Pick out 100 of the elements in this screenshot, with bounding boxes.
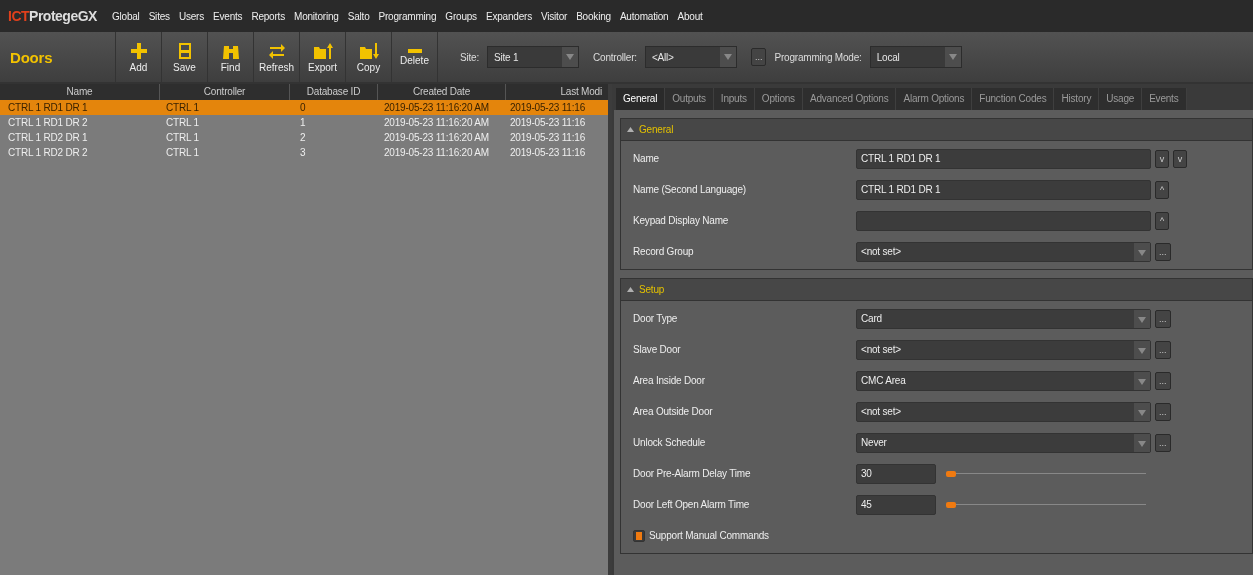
menu-item[interactable]: Expanders [485,10,532,22]
slider-thumb[interactable] [946,501,956,508]
table-cell-text: 0 [299,101,307,115]
checkbox-label: Support Manual Commands [649,530,769,541]
menu-item[interactable]: Programming [378,10,437,22]
arrow-button[interactable]: v [1155,149,1169,168]
dropdown[interactable]: Never [856,432,1151,453]
slider[interactable] [946,501,1146,508]
menu-item[interactable]: Reports [251,10,285,22]
table-cell-text: 2 [299,131,307,145]
column-header[interactable]: Last Modi [506,84,604,100]
folder-down-arrow-icon [358,41,379,60]
text-field[interactable]: CTRL 1 RD1 DR 1 [856,148,1151,169]
table-cell-text: CTRL 1 [165,116,200,130]
field-label: Area Inside Door [633,375,706,386]
find-button[interactable]: Find [208,32,254,82]
delete-button[interactable]: Delete [392,32,438,82]
menu-item[interactable]: Automation [619,10,669,22]
slider-thumb[interactable] [946,470,956,477]
table-cell-text: CTRL 1 RD1 DR 1 [7,101,89,115]
menu-item[interactable]: Events [213,10,243,22]
save-button[interactable]: Save [162,32,208,82]
table-cell-text: 2019-05-23 11:16:20 AM [383,131,490,145]
tab[interactable]: Function Codes [972,88,1055,110]
browse-button[interactable]: ... [750,48,767,66]
menu-item[interactable]: Salto [347,10,370,22]
filter-dropdown[interactable]: Site 1 [487,46,579,68]
slider[interactable] [946,470,1146,477]
tab[interactable]: General [616,88,666,110]
refresh-button[interactable]: Refresh [254,32,300,82]
table-cell-text: CTRL 1 RD2 DR 2 [7,146,89,160]
field-label: Door Left Open Alarm Time [633,499,751,510]
copy-button[interactable]: Copy [346,32,392,82]
minus-icon [407,48,422,53]
table-cell-text: 2019-05-23 11:16 [509,131,586,145]
menu-item[interactable]: Groups [445,10,477,22]
field-label: Name (Second Language) [633,184,747,195]
menu-item[interactable]: Global [111,10,140,22]
field-label: Slave Door [633,344,682,355]
table-cell-text: 2019-05-23 11:16 [509,146,586,160]
section-header[interactable]: General [621,119,1252,141]
filter-dropdown[interactable]: <All> [644,46,737,68]
field-label: Door Pre-Alarm Delay Time [633,468,752,479]
table-cell-text: CTRL 1 [165,146,200,160]
dropdown[interactable]: CMC Area [856,370,1151,391]
section-header[interactable]: Setup [621,279,1252,301]
field-label: Door Type [633,313,679,324]
menu-item[interactable]: Sites [148,10,170,22]
dropdown[interactable]: Card [856,308,1151,329]
table-row[interactable]: CTRL 1 RD2 DR 2 CTRL 1 3 2019-05-23 11:16:20 AM 2019-05-23 11:16 [0,145,608,160]
field-label: Area Outside Door [633,406,714,417]
table-cell-text: CTRL 1 [165,131,200,145]
table-row[interactable]: CTRL 1 RD2 DR 1 CTRL 1 2 2019-05-23 11:16:20 AM 2019-05-23 11:16 [0,130,608,145]
number-field[interactable]: 45 [856,494,936,515]
dropdown[interactable]: <not set> [856,241,1151,262]
dropdown[interactable]: <not set> [856,401,1151,422]
browse-button[interactable]: ... [1155,309,1171,328]
tab[interactable]: Alarm Options [896,88,973,110]
export-button[interactable]: Export [300,32,346,82]
table-cell-text: 2019-05-23 11:16:20 AM [383,101,490,115]
table-cell-text: CTRL 1 [165,101,200,115]
tab[interactable]: Outputs [665,88,714,110]
browse-button[interactable]: ... [1155,402,1171,421]
tab[interactable]: Inputs [713,88,755,110]
number-field[interactable]: 30 [856,463,936,484]
arrow-button[interactable]: v [1173,149,1187,168]
table-row[interactable]: CTRL 1 RD1 DR 1 CTRL 1 0 2019-05-23 11:16:20 AM 2019-05-23 11:16 [0,100,608,115]
menu-item[interactable]: Visitor [540,10,568,22]
dropdown[interactable]: <not set> [856,339,1151,360]
menu-item[interactable]: Users [178,10,204,22]
tab[interactable]: Options [754,88,803,110]
table-cell-text: 2019-05-23 11:16:20 AM [383,116,490,130]
tab[interactable]: History [1054,88,1100,110]
app-logo: ICTProtegeGX [8,8,97,24]
filter-dropdown[interactable]: Local [869,46,962,68]
text-field[interactable] [856,210,1151,231]
browse-button[interactable]: ... [1155,371,1171,390]
table-row[interactable]: CTRL 1 RD1 DR 2 CTRL 1 1 2019-05-23 11:16:20 AM 2019-05-23 11:16 [0,115,608,130]
arrow-button[interactable]: ^ [1155,180,1169,199]
tab[interactable]: Advanced Options [802,88,897,110]
collapse-icon [627,287,634,292]
menu-item[interactable]: Booking [576,10,611,22]
plus-icon [128,41,149,60]
checkbox[interactable] [633,529,645,542]
menu-item[interactable]: Monitoring [294,10,339,22]
browse-button[interactable]: ... [1155,433,1171,452]
table-cell-text: 2019-05-23 11:16 [509,101,586,115]
browse-button[interactable]: ... [1155,242,1171,261]
page-title: Doors [0,32,116,82]
field-label: Name [633,153,660,164]
table-cell-text: 2019-05-23 11:16 [509,116,586,130]
table-cell-text: 2019-05-23 11:16:20 AM [383,146,490,160]
arrow-button[interactable]: ^ [1155,211,1169,230]
table-cell-text: CTRL 1 RD1 DR 2 [7,116,89,130]
add-button[interactable]: Add [116,32,162,82]
tab[interactable]: Usage [1099,88,1143,110]
browse-button[interactable]: ... [1155,340,1171,359]
tab[interactable]: Events [1142,88,1187,110]
menu-item[interactable]: About [677,10,703,22]
text-field[interactable]: CTRL 1 RD1 DR 1 [856,179,1151,200]
